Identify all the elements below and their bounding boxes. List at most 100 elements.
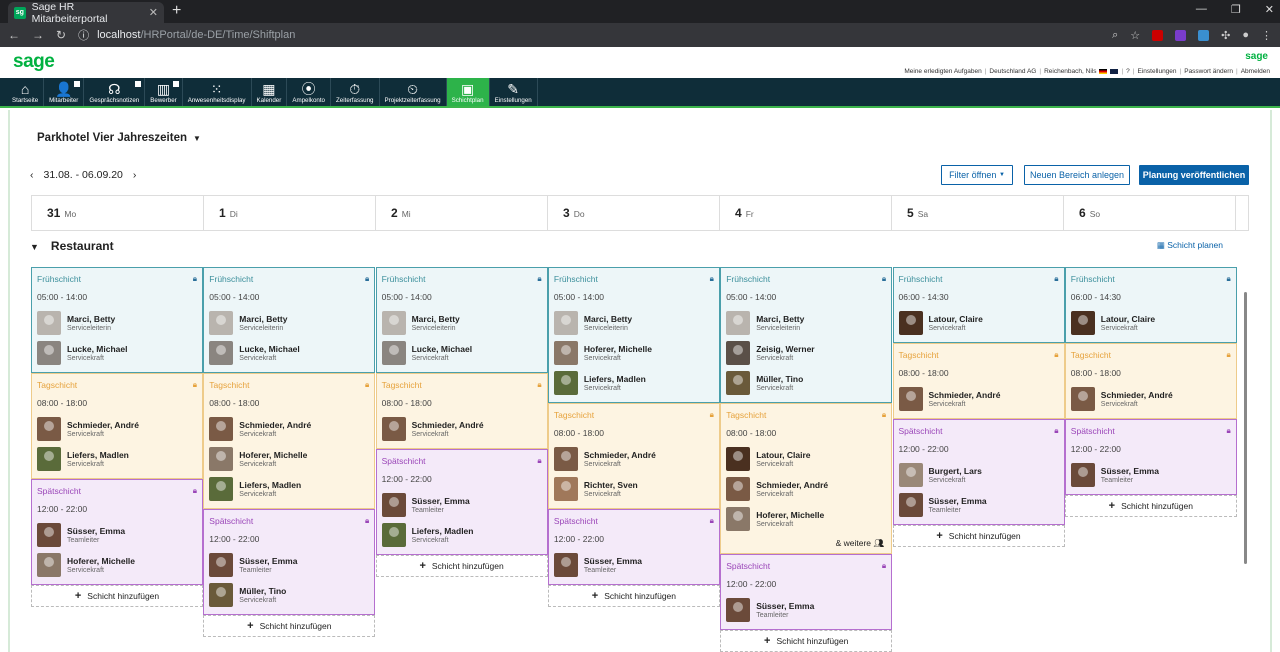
lock-icon[interactable]: 🔒︎ [882, 561, 886, 571]
assigned-employee[interactable]: Hoferer, Michelle Servicekraft [553, 338, 714, 368]
prev-week-icon[interactable]: ‹ [30, 169, 34, 181]
lock-icon[interactable]: 🔒︎ [710, 516, 714, 526]
assigned-employee[interactable]: Richter, Sven Servicekraft [553, 474, 714, 504]
lock-icon[interactable]: 🔒︎ [1227, 274, 1231, 284]
link-logout[interactable]: Abmelden [1241, 68, 1270, 75]
add-shift-button[interactable]: + Schicht hinzufügen [892, 525, 1065, 547]
reload-icon[interactable]: ↻ [56, 28, 66, 42]
assigned-employee[interactable]: Süsser, Emma Teamleiter [553, 550, 714, 580]
nav-item-zeiterfassung[interactable]: ⏱ Zeiterfassung [331, 78, 380, 106]
shift-card-frueh[interactable]: Frühschicht 🔒︎ 05:00 - 14:00 Marci, Bett… [31, 267, 203, 373]
assigned-employee[interactable]: Schmieder, André Servicekraft [898, 384, 1059, 414]
lock-icon[interactable]: 🔒︎ [1227, 350, 1231, 360]
assigned-employee[interactable]: Marci, Betty Serviceleiterin [37, 308, 197, 338]
link-my-tasks[interactable]: Meine erledigten Aufgaben [904, 68, 981, 75]
minimize-icon[interactable]: — [1196, 3, 1207, 16]
zoom-icon[interactable]: ⌕ [1112, 29, 1118, 42]
lock-icon[interactable]: 🔒︎ [193, 274, 197, 284]
lock-icon[interactable]: 🔒︎ [1054, 350, 1058, 360]
restore-icon[interactable]: ❐ [1231, 3, 1241, 16]
assigned-employee[interactable]: Liefers, Madlen Servicekraft [553, 368, 714, 398]
assigned-employee[interactable]: Liefers, Madlen Servicekraft [37, 444, 197, 474]
add-shift-button[interactable]: + Schicht hinzufügen [375, 555, 548, 577]
assigned-employee[interactable]: Müller, Tino Servicekraft [726, 368, 886, 398]
shift-card-tag[interactable]: Tagschicht 🔒︎ 08:00 - 18:00 Schmieder, A… [892, 343, 1065, 419]
lock-icon[interactable]: 🔒︎ [710, 274, 714, 284]
shift-card-frueh[interactable]: Frühschicht 🔒︎ 06:00 - 14:30 Latour, Cla… [892, 267, 1065, 343]
add-shift-button[interactable]: + Schicht hinzufügen [31, 585, 203, 607]
lock-icon[interactable]: 🔒︎ [193, 380, 197, 390]
nav-item-projektzeiterfassung[interactable]: ⏲ Projektzeiterfassung [380, 78, 447, 106]
forward-icon[interactable]: → [32, 28, 44, 42]
shift-card-frueh[interactable]: Frühschicht 🔒︎ 06:00 - 14:30 Latour, Cla… [1064, 267, 1237, 343]
assigned-employee[interactable]: Latour, Claire Servicekraft [898, 308, 1059, 338]
add-shift-button[interactable]: + Schicht hinzufügen [547, 585, 720, 607]
assigned-employee[interactable]: Lucke, Michael Servicekraft [381, 338, 542, 368]
puzzle-icon[interactable]: ✣ [1221, 29, 1230, 42]
browser-tab[interactable]: sg Sage HR Mitarbeiterportal ✕ [8, 1, 164, 25]
link-settings[interactable]: Einstellungen [1138, 68, 1177, 75]
assigned-employee[interactable]: Süsser, Emma Teamleiter [37, 520, 197, 550]
assigned-employee[interactable]: Hoferer, Michelle Servicekraft [209, 444, 369, 474]
link-user[interactable]: Reichenbach, Nils [1044, 68, 1096, 75]
lock-icon[interactable]: 🔒︎ [1054, 426, 1058, 436]
lock-icon[interactable]: 🔒︎ [537, 274, 541, 284]
publish-button[interactable]: Planung veröffentlichen [1139, 165, 1249, 185]
shift-card-spaet[interactable]: Spätschicht 🔒︎ 12:00 - 22:00 Süsser, Emm… [375, 449, 548, 555]
nav-item-bewerber[interactable]: ▥ Bewerber [145, 78, 183, 106]
nav-item-schichtplan[interactable]: ▣ Schichtplan [446, 78, 490, 106]
add-shift-button[interactable]: + Schicht hinzufügen [1064, 495, 1237, 517]
shift-card-tag[interactable]: Tagschicht 🔒︎ 08:00 - 18:00 Schmieder, A… [547, 403, 720, 509]
next-week-icon[interactable]: › [133, 169, 137, 181]
assigned-employee[interactable]: Latour, Claire Servicekraft [726, 444, 886, 474]
plan-shift-link[interactable]: ▦ Schicht planen [1157, 240, 1223, 251]
assigned-employee[interactable]: Lucke, Michael Servicekraft [209, 338, 369, 368]
nav-item-mitarbeiter[interactable]: 👤 Mitarbeiter [44, 78, 85, 106]
help-icon[interactable]: ? [1126, 68, 1130, 75]
assigned-employee[interactable]: Latour, Claire Servicekraft [1070, 308, 1231, 338]
assigned-employee[interactable]: Burgert, Lars Servicekraft [898, 460, 1059, 490]
assigned-employee[interactable]: Hoferer, Michelle Servicekraft [726, 504, 886, 534]
nav-item-einstellungen[interactable]: ✎ Einstellungen [490, 78, 538, 106]
lock-icon[interactable]: 🔒︎ [365, 380, 369, 390]
assigned-employee[interactable]: Müller, Tino Servicekraft [209, 580, 369, 610]
menu-dots-icon[interactable]: ⋮ [1261, 29, 1272, 42]
shift-card-spaet[interactable]: Spätschicht 🔒︎ 12:00 - 22:00 Burgert, La… [892, 419, 1065, 525]
assigned-employee[interactable]: Schmieder, André Servicekraft [553, 444, 714, 474]
shift-card-tag[interactable]: Tagschicht 🔒︎ 08:00 - 18:00 Schmieder, A… [1064, 343, 1237, 419]
lock-icon[interactable]: 🔒︎ [882, 410, 886, 420]
assigned-employee[interactable]: Süsser, Emma Teamleiter [381, 490, 542, 520]
shift-card-frueh[interactable]: Frühschicht 🔒︎ 05:00 - 14:00 Marci, Bett… [720, 267, 893, 403]
lock-icon[interactable]: 🔒︎ [537, 380, 541, 390]
lock-icon[interactable]: 🔒︎ [882, 274, 886, 284]
assigned-employee[interactable]: Süsser, Emma Teamleiter [1070, 460, 1231, 490]
shift-card-spaet[interactable]: Spätschicht 🔒︎ 12:00 - 22:00 Süsser, Emm… [203, 509, 376, 615]
assigned-employee[interactable]: Lucke, Michael Servicekraft [37, 338, 197, 368]
lock-icon[interactable]: 🔒︎ [193, 486, 197, 496]
shift-card-spaet[interactable]: Spätschicht 🔒︎ 12:00 - 22:00 Süsser, Emm… [547, 509, 720, 585]
lock-icon[interactable]: 🔒︎ [1054, 274, 1058, 284]
assigned-employee[interactable]: Zeisig, Werner Servicekraft [726, 338, 886, 368]
assigned-employee[interactable]: Marci, Betty Serviceleiterin [726, 308, 886, 338]
shift-card-spaet[interactable]: Spätschicht 🔒︎ 12:00 - 22:00 Süsser, Emm… [1064, 419, 1237, 495]
nav-item-kalender[interactable]: ▦ Kalender [252, 78, 288, 106]
address-bar[interactable]: ⓘ localhost/HRPortal/de-DE/Time/Shiftpla… [78, 27, 295, 43]
shift-card-tag[interactable]: Tagschicht 🔒︎ 08:00 - 18:00 Latour, Clai… [720, 403, 893, 554]
assigned-employee[interactable]: Schmieder, André Servicekraft [209, 414, 369, 444]
assigned-employee[interactable]: Marci, Betty Serviceleiterin [381, 308, 542, 338]
link-company[interactable]: Deutschland AG [989, 68, 1036, 75]
shift-card-frueh[interactable]: Frühschicht 🔒︎ 05:00 - 14:00 Marci, Bett… [375, 267, 548, 373]
flag-de-icon[interactable] [1099, 69, 1108, 74]
link-change-password[interactable]: Passwort ändern [1184, 68, 1233, 75]
lock-icon[interactable]: 🔒︎ [710, 410, 714, 420]
shift-card-spaet[interactable]: Spätschicht 🔒︎ 12:00 - 22:00 Süsser, Emm… [720, 554, 893, 630]
assigned-employee[interactable]: Schmieder, André Servicekraft [726, 474, 886, 504]
assigned-employee[interactable]: Marci, Betty Serviceleiterin [553, 308, 714, 338]
assigned-employee[interactable]: Liefers, Madlen Servicekraft [381, 520, 542, 550]
assigned-employee[interactable]: Süsser, Emma Teamleiter [209, 550, 369, 580]
filter-button[interactable]: Filter öffnen ▼ [941, 165, 1013, 185]
flag-uk-icon[interactable] [1110, 69, 1119, 74]
shift-card-spaet[interactable]: Spätschicht 🔒︎ 12:00 - 22:00 Süsser, Emm… [31, 479, 203, 585]
more-employees-link[interactable]: & weitere 👥︎ [726, 534, 886, 549]
shift-card-tag[interactable]: Tagschicht 🔒︎ 08:00 - 18:00 Schmieder, A… [31, 373, 203, 479]
